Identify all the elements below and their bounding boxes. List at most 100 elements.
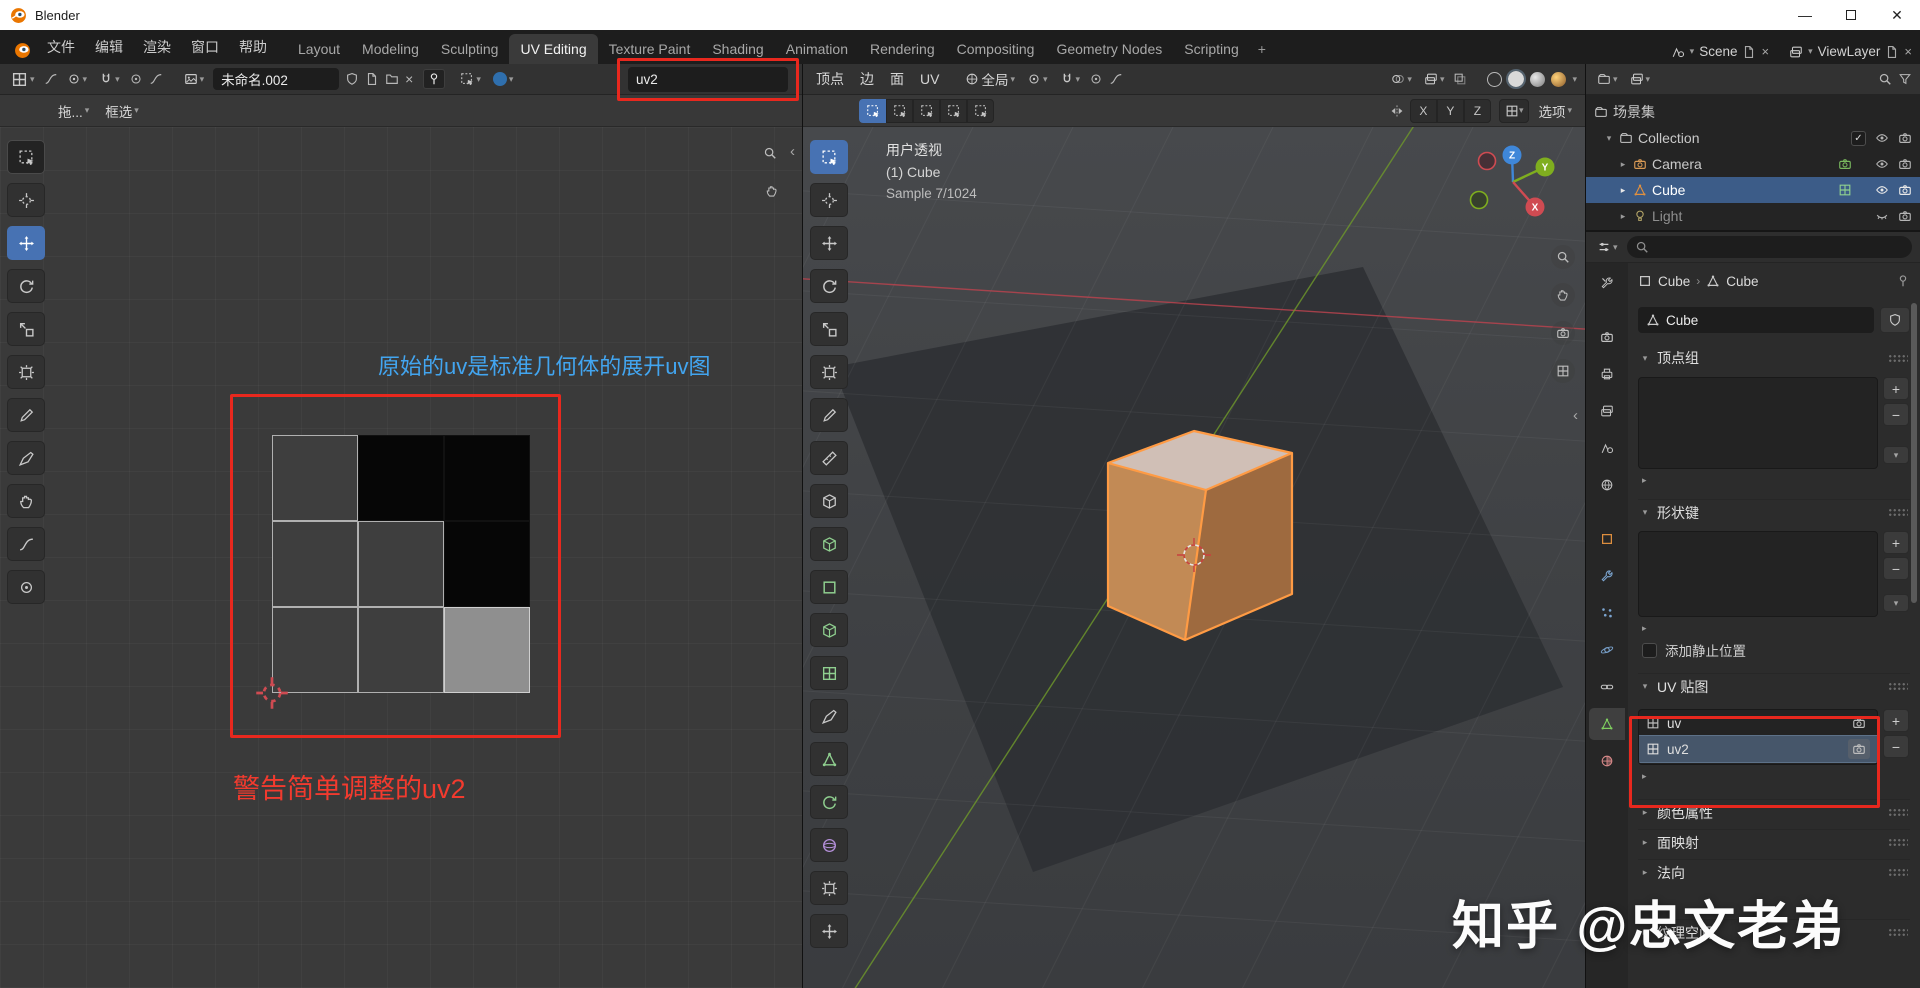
collapse-arrow-icon[interactable]: ▾ — [1640, 507, 1650, 518]
viewport-canvas[interactable]: 用户透视 (1) Cube Sample 7/1024 — [803, 127, 1585, 988]
remove-uv-map-button[interactable]: − — [1883, 735, 1909, 758]
tool-shrink-fatten[interactable] — [810, 914, 848, 948]
mirror-z-button[interactable]: Z — [1464, 99, 1491, 123]
tab-modifiers[interactable] — [1589, 560, 1625, 592]
tool-bevel[interactable] — [810, 613, 848, 647]
blender-app-menu[interactable] — [8, 37, 37, 64]
uv-canvas[interactable]: 原始的uv是标准几何体的展开uv图 警告简单调整的uv2 ‹ — [0, 127, 802, 988]
properties-scrollbar[interactable] — [1911, 303, 1917, 603]
remove-shape-key-button[interactable]: − — [1883, 557, 1909, 580]
tool-move[interactable] — [7, 226, 45, 260]
disable-render-camera-icon[interactable] — [1898, 209, 1912, 223]
section-normals[interactable]: ▸ 法向 — [1638, 859, 1910, 885]
transform-orientation-dropdown[interactable]: 全局 ▾ — [962, 67, 1018, 91]
panel-drag-handle[interactable] — [1888, 868, 1908, 877]
tool-pinch[interactable] — [7, 570, 45, 604]
remove-viewlayer-icon[interactable]: × — [1904, 44, 1912, 59]
proportional-falloff-icon[interactable] — [149, 72, 163, 86]
section-vertex-groups[interactable]: ▾ 顶点组 — [1638, 345, 1910, 371]
tool-rip[interactable] — [7, 441, 45, 475]
panel-drag-handle[interactable] — [1888, 682, 1908, 691]
outliner-row-cube[interactable]: ▸ Cube — [1586, 177, 1920, 203]
hide-viewport-eye-icon[interactable] — [1875, 183, 1889, 197]
tool-rotate[interactable] — [810, 269, 848, 303]
tab-rendering[interactable]: Rendering — [859, 34, 946, 64]
menu-edit[interactable]: 编辑 — [85, 30, 133, 64]
overlays-dropdown[interactable]: ▾ — [1421, 70, 1448, 88]
properties-search-input[interactable] — [1627, 236, 1912, 258]
proportional-editing-icon[interactable] — [129, 72, 143, 86]
uv-display-dropdown[interactable]: ▾ — [457, 70, 484, 88]
vertex-groups-subpanel-arrow[interactable]: ▸ — [1638, 471, 1910, 489]
tool-measure[interactable] — [810, 441, 848, 475]
tool-smooth[interactable] — [810, 828, 848, 862]
tab-physics[interactable] — [1589, 634, 1625, 666]
tool-transform[interactable] — [810, 355, 848, 389]
panel-drag-handle[interactable] — [1888, 928, 1908, 937]
add-vertex-group-button[interactable]: + — [1883, 377, 1909, 400]
viewport-ortho-toggle-icon[interactable] — [1551, 359, 1575, 383]
section-shape-keys[interactable]: ▾ 形状键 — [1638, 499, 1910, 525]
xray-toggle-icon[interactable] — [1453, 72, 1467, 86]
tab-compositing[interactable]: Compositing — [946, 34, 1046, 64]
tab-uv-editing[interactable]: UV Editing — [509, 34, 597, 64]
tool-loop-cut[interactable] — [810, 656, 848, 690]
tab-render[interactable] — [1589, 321, 1625, 353]
menu-vertex[interactable]: 顶点 — [811, 69, 849, 89]
select-mode-extend-button[interactable] — [886, 99, 913, 123]
mirror-y-button[interactable]: Y — [1437, 99, 1464, 123]
panel-drag-handle[interactable] — [1888, 808, 1908, 817]
shape-key-specials-button[interactable]: ▾ — [1883, 594, 1909, 612]
unlink-image-icon[interactable]: × — [405, 71, 413, 87]
tool-transform[interactable] — [7, 355, 45, 389]
menu-uv[interactable]: UV — [915, 71, 944, 87]
pin-id-icon[interactable] — [1896, 274, 1910, 288]
tool-relax[interactable] — [7, 527, 45, 561]
tab-object[interactable] — [1589, 523, 1625, 555]
outliner-display-mode-dropdown[interactable]: ▾ — [1627, 70, 1654, 88]
maximize-button[interactable] — [1828, 0, 1874, 30]
collapse-arrow-icon[interactable]: ▸ — [1640, 807, 1650, 818]
show-gizmo-dropdown[interactable]: ▾ — [1388, 70, 1415, 88]
select-mode-invert-button[interactable] — [940, 99, 967, 123]
disable-render-camera-icon[interactable] — [1898, 183, 1912, 197]
tab-object-data[interactable] — [1589, 708, 1625, 740]
section-uv-maps[interactable]: ▾ UV 贴图 — [1638, 673, 1910, 699]
menu-face[interactable]: 面 — [885, 69, 909, 89]
viewport-pan-hand-icon[interactable] — [1551, 283, 1575, 307]
tab-world[interactable] — [1589, 469, 1625, 501]
add-rest-position-checkbox[interactable]: ✓ — [1642, 643, 1657, 658]
select-mode-subtract-button[interactable] — [913, 99, 940, 123]
select-mode-intersect-button[interactable] — [967, 99, 994, 123]
tab-constraints[interactable] — [1589, 671, 1625, 703]
image-name-field[interactable]: 未命名.002 — [213, 68, 339, 90]
tab-modeling[interactable]: Modeling — [351, 34, 430, 64]
uv-drag-mode-dropdown[interactable]: 拖... ▾ — [55, 99, 92, 123]
uv-pan-hand-icon[interactable] — [760, 179, 784, 203]
snap-grid-button[interactable]: ▾ — [1499, 99, 1530, 123]
breadcrumb-data[interactable]: Cube — [1726, 274, 1758, 289]
viewport-sidebar-toggle-arrow[interactable]: ‹ — [1573, 407, 1578, 424]
outliner-filter-icon[interactable] — [1898, 72, 1912, 86]
add-shape-key-button[interactable]: + — [1883, 531, 1909, 554]
pivot-point-dropdown[interactable]: ▾ — [1024, 70, 1051, 88]
display-channels-dropdown[interactable]: ▾ — [490, 70, 517, 88]
shape-keys-subpanel-arrow[interactable]: ▸ — [1638, 619, 1910, 637]
proportional-falloff-icon[interactable] — [1109, 72, 1123, 86]
close-button[interactable]: ✕ — [1874, 0, 1920, 30]
tab-scene[interactable] — [1589, 432, 1625, 464]
tool-scale[interactable] — [810, 312, 848, 346]
new-image-icon[interactable] — [365, 72, 379, 86]
menu-window[interactable]: 窗口 — [181, 30, 229, 64]
panel-drag-handle[interactable] — [1888, 838, 1908, 847]
snap-dropdown[interactable]: ▾ — [1057, 70, 1084, 88]
image-browse-dropdown[interactable]: ▾ — [181, 70, 208, 88]
collapse-arrow-icon[interactable]: ▾ — [1640, 681, 1650, 692]
tab-tool[interactable] — [1589, 267, 1625, 299]
tab-material[interactable] — [1589, 745, 1625, 777]
collapse-arrow-icon[interactable]: ▸ — [1640, 837, 1650, 848]
outliner-editor-type-dropdown[interactable]: ▾ — [1594, 70, 1621, 88]
tab-view-layer[interactable] — [1589, 395, 1625, 427]
tab-sculpting[interactable]: Sculpting — [430, 34, 510, 64]
viewlayer-name[interactable]: ViewLayer — [1818, 44, 1881, 59]
